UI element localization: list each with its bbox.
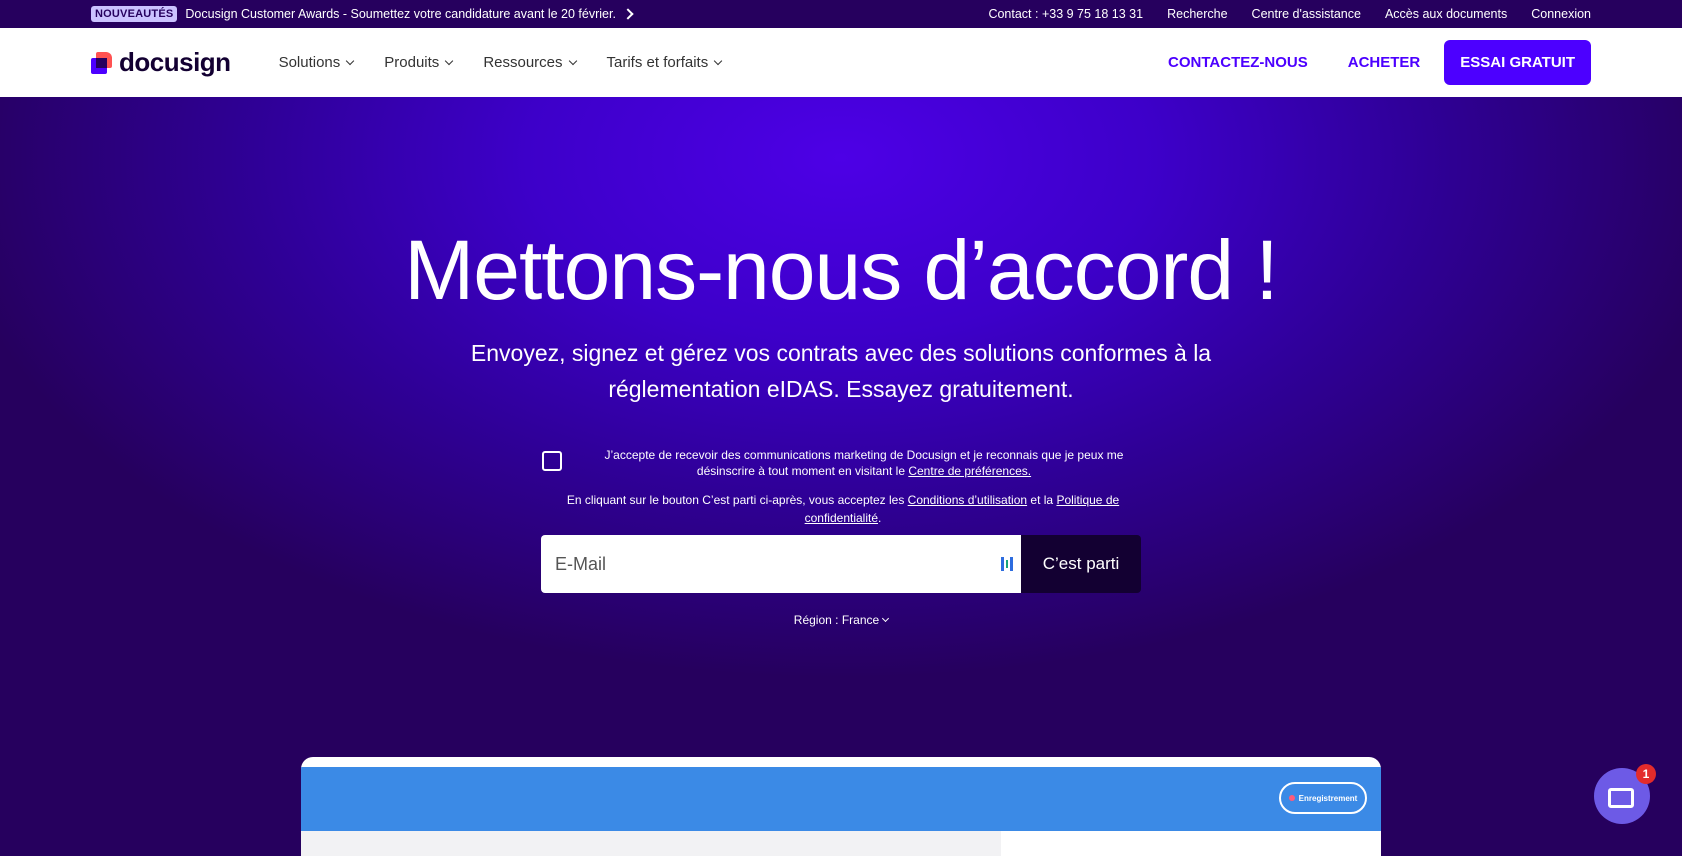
announcement[interactable]: NOUVEAUTÉS Docusign Customer Awards - So…	[91, 6, 634, 22]
nav-ressources[interactable]: Ressources	[483, 54, 577, 71]
chevron-down-icon	[882, 614, 890, 623]
nav-ressources-label: Ressources	[483, 54, 563, 71]
contact-phone-link[interactable]: Contact : +33 9 75 18 13 31	[988, 7, 1143, 21]
product-preview: Enregistrement	[301, 757, 1381, 856]
preview-body	[301, 831, 1001, 856]
marketing-consent: J’accepte de recevoir des communications…	[542, 447, 1142, 479]
announcement-text[interactable]: Docusign Customer Awards - Soumettez vot…	[185, 7, 616, 21]
chat-notification-badge: 1	[1636, 764, 1656, 784]
recording-pill: Enregistrement	[1279, 782, 1367, 814]
consent-text: J’accepte de recevoir des communications…	[576, 447, 1142, 479]
docusign-logo[interactable]: docusign	[91, 47, 231, 78]
help-center-link[interactable]: Centre d'assistance	[1252, 7, 1361, 21]
nav-produits-label: Produits	[384, 54, 440, 71]
preview-header: Enregistrement	[301, 767, 1381, 831]
contact-us-link[interactable]: CONTACTEZ-NOUS	[1168, 54, 1308, 71]
submit-button[interactable]: C’est parti	[1021, 535, 1141, 593]
email-input[interactable]	[555, 553, 1007, 575]
utility-links: Contact : +33 9 75 18 13 31 Recherche Ce…	[988, 7, 1591, 21]
hero-section: Mettons-nous d’accord ! Envoyez, signez …	[0, 97, 1682, 856]
signup-form: C’est parti	[541, 535, 1141, 593]
nav-solutions[interactable]: Solutions	[278, 54, 355, 71]
terms-link[interactable]: Conditions d’utilisation	[908, 493, 1027, 507]
docusign-logo-icon	[91, 51, 113, 74]
search-link[interactable]: Recherche	[1167, 7, 1227, 21]
legal-prefix: En cliquant sur le bouton C’est parti ci…	[566, 493, 905, 507]
chevron-down-icon	[568, 56, 577, 66]
chevron-right-icon[interactable]	[622, 8, 634, 20]
record-dot-icon	[1288, 795, 1295, 801]
region-label: Région : France	[793, 613, 880, 627]
legal-notice: En cliquant sur le bouton C’est parti ci…	[566, 493, 1120, 525]
password-manager-icon[interactable]	[1001, 557, 1014, 571]
preferences-center-link[interactable]: Centre de préférences.	[908, 464, 1031, 478]
legal-and: et la	[1030, 493, 1054, 507]
region-selector[interactable]: Région : France	[0, 613, 1682, 627]
login-link[interactable]: Connexion	[1531, 7, 1591, 21]
main-nav: docusign Solutions Produits Ressources T…	[0, 28, 1682, 97]
hero-subtitle: Envoyez, signez et gérez vos contrats av…	[470, 340, 1212, 402]
announcement-bar: NOUVEAUTÉS Docusign Customer Awards - So…	[0, 0, 1682, 28]
chevron-down-icon	[346, 56, 355, 66]
nav-menu: Solutions Produits Ressources Tarifs et …	[278, 54, 723, 71]
nav-actions: CONTACTEZ-NOUS ACHETER ESSAI GRATUIT	[1168, 40, 1591, 85]
new-badge: NOUVEAUTÉS	[91, 6, 178, 22]
chevron-down-icon	[713, 56, 723, 66]
buy-link[interactable]: ACHETER	[1348, 54, 1421, 71]
email-field-wrapper	[541, 535, 1021, 593]
chat-icon	[1608, 788, 1634, 808]
hero-title: Mettons-nous d’accord !	[404, 223, 1278, 317]
chevron-down-icon	[445, 56, 454, 66]
document-access-link[interactable]: Accès aux documents	[1385, 7, 1507, 21]
recording-label: Enregistrement	[1298, 793, 1358, 803]
nav-produits[interactable]: Produits	[384, 54, 454, 71]
nav-solutions-label: Solutions	[278, 54, 341, 71]
nav-tarifs[interactable]: Tarifs et forfaits	[606, 54, 723, 71]
logo-text: docusign	[119, 47, 231, 77]
free-trial-button[interactable]: ESSAI GRATUIT	[1444, 40, 1591, 85]
consent-label: J’accepte de recevoir des communications…	[604, 448, 1124, 478]
nav-tarifs-label: Tarifs et forfaits	[606, 54, 709, 71]
marketing-consent-checkbox[interactable]	[542, 451, 562, 471]
